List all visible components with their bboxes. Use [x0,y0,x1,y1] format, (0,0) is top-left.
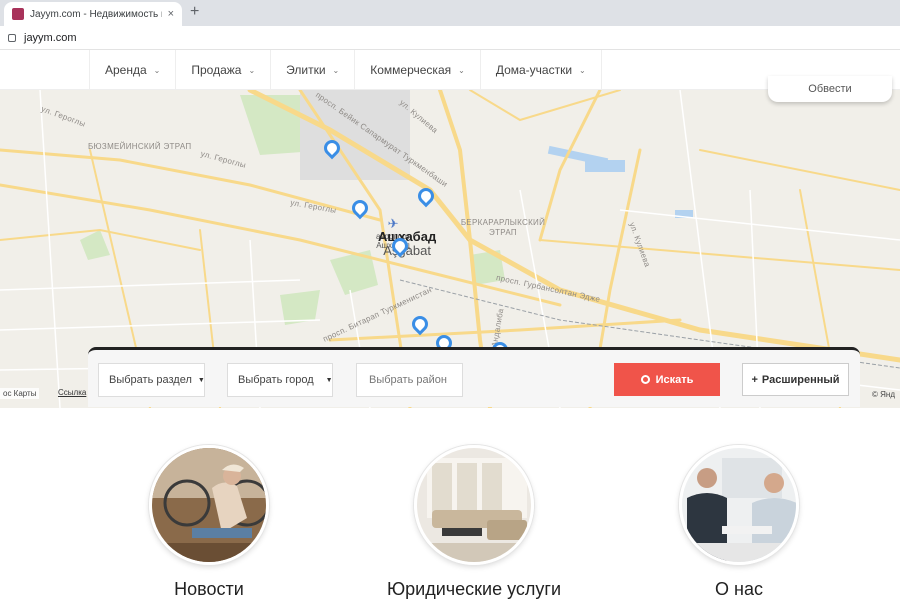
district-label: БЕРКАРАРЛЫКСКИЙ ЭТРАП [460,218,546,237]
browser-tab-bar: Jayym.com - Недвижимость в Ту... × + [0,0,900,26]
chevron-down-icon: ⌄ [153,65,161,75]
feature-legal[interactable]: Юридические услуги [374,445,574,600]
district-label: БЮЗМЕЙИНСКИЙ ЭТРАП [88,142,192,151]
nav-item-houses[interactable]: Дома-участки ⌄ [481,50,602,90]
search-panel: Выбрать раздел ▼ Выбрать город ▼ Искать … [88,347,860,407]
caret-down-icon: ▼ [197,376,205,384]
address-bar[interactable]: jayym.com [0,26,900,50]
chevron-down-icon: ⌄ [458,65,465,75]
close-tab-icon[interactable]: × [168,8,174,20]
draw-area-button[interactable]: Обвести [768,76,892,102]
map-terms-link[interactable]: Ссылка [58,388,86,397]
plus-icon: + [751,373,758,386]
map-copyright: ос Карты [0,388,40,399]
district-input[interactable] [356,363,463,397]
feature-title[interactable]: Юридические услуги [374,579,574,600]
nav-item-label: Аренда [105,63,147,77]
new-tab-button[interactable]: + [190,3,199,21]
chevron-down-icon: ⌄ [332,65,340,75]
browser-tab[interactable]: Jayym.com - Недвижимость в Ту... × [4,2,182,26]
feature-title[interactable]: О нас [639,579,839,600]
advanced-search-button[interactable]: + Расширенный [742,363,849,396]
site-favicon-icon [12,8,24,20]
feature-about[interactable]: О нас [639,445,839,600]
nav-item-rent[interactable]: Аренда ⌄ [90,50,177,90]
nav-item-sale[interactable]: Продажа ⌄ [176,50,272,90]
nav-item-label: Дома-участки [495,63,573,77]
map-provider-logo[interactable]: © Янд [872,390,895,399]
feature-title[interactable]: Новости [109,579,309,600]
main-navigation: Аренда ⌄ Продажа ⌄ Элитки ⌄ Коммерческая… [0,50,900,90]
search-icon [640,375,650,384]
tab-title: Jayym.com - Недвижимость в Ту... [30,8,162,20]
nav-item-label: Элитки [286,63,326,77]
nav-item-label: Коммерческая [370,63,452,77]
city-select[interactable]: Выбрать город ▼ [227,363,333,397]
legal-photo[interactable] [414,445,534,565]
lock-icon[interactable] [8,33,16,42]
search-button[interactable]: Искать [614,363,720,396]
news-photo[interactable] [149,445,269,565]
chevron-down-icon: ⌄ [579,65,586,75]
url-text[interactable]: jayym.com [24,32,77,44]
caret-down-icon: ▼ [325,376,333,384]
section-select[interactable]: Выбрать раздел ▼ [98,363,205,397]
chevron-down-icon: ⌄ [248,65,256,75]
feature-news[interactable]: Новости [109,445,309,600]
nav-item-elite[interactable]: Элитки ⌄ [271,50,356,90]
about-photo[interactable] [679,445,799,565]
nav-item-label: Продажа [191,63,242,77]
nav-item-commercial[interactable]: Коммерческая ⌄ [355,50,481,90]
